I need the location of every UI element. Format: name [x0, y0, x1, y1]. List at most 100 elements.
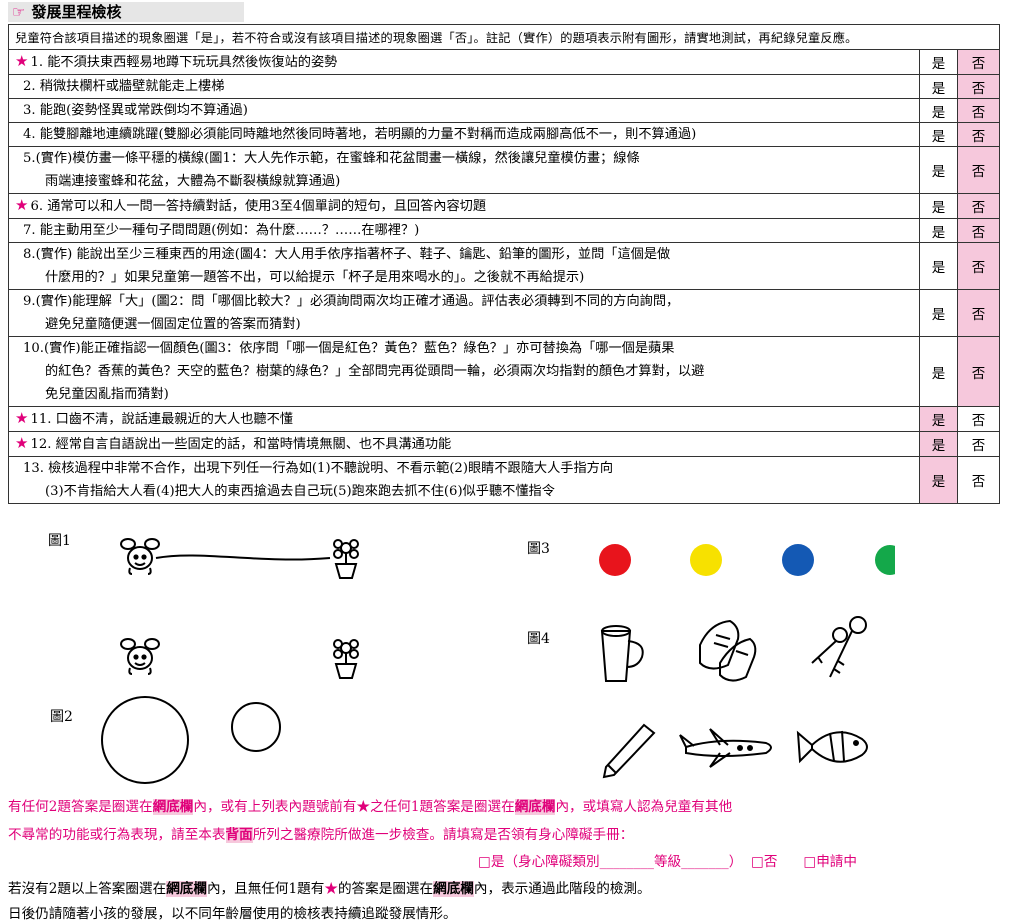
yes-option[interactable]: 是	[918, 289, 958, 337]
no-option[interactable]: 否	[956, 146, 1001, 194]
note-text: 內，或有上列表內題號前有	[193, 799, 357, 815]
yes-option[interactable]: 是	[918, 242, 958, 290]
note-text: 的答案是圈選在	[337, 881, 434, 897]
option-apply-checkbox[interactable]: □申請中	[803, 854, 857, 870]
airplane-icon	[679, 728, 772, 768]
star-icon: ★	[15, 52, 29, 70]
yes-option[interactable]: 是	[918, 146, 958, 194]
note-text: 之任何1題答案是圈選在	[370, 799, 515, 815]
item-text: 7. 能主動用至少一種句子問問題(例如：為什麼……？……在哪裡？)	[8, 218, 920, 243]
figure-1-label: 圖1	[48, 533, 71, 549]
item-line: 7. 能主動用至少一種句子問問題(例如：為什麼……？……在哪裡？)	[23, 223, 420, 238]
checklist-row: ★ 12. 經常自言自語說出一些固定的話，和當時情境無關、也不具溝通功能 是否	[8, 431, 1001, 457]
yes-option[interactable]: 是	[918, 193, 958, 219]
checklist-row: 7. 能主動用至少一種句子問問題(例如：為什麼……？……在哪裡？) 是否	[8, 218, 1001, 243]
no-option[interactable]: 否	[956, 456, 1001, 504]
note-line-4: 日後仍請隨著小孩的發展，以不同年齡層使用的檢核表持續追蹤發展情形。	[8, 906, 457, 922]
checklist-row: ★ 1. 能不須扶東西輕易地蹲下玩玩具然後恢復站的姿勢是否	[8, 49, 1001, 75]
no-option[interactable]: 否	[956, 74, 1001, 99]
figure-3-label: 圖3	[527, 541, 550, 557]
net-highlight: 網底欄	[514, 799, 556, 815]
note-line-options: □是（身心障礙類別________等級_______） □否 □申請中	[478, 850, 857, 870]
item-line: 的紅色？香蕉的黃色？天空的藍色？樹葉的綠色？」全部問完再從頭問一輪，必須兩次均指…	[45, 364, 705, 379]
red-dot	[599, 544, 631, 576]
item-text: 3. 能跑(姿勢怪異或常跌倒均不算通過)	[8, 98, 920, 123]
item-text: 13. 檢核過程中非常不合作，出現下列任一行為如(1)不聽說明、不看示範(2)眼…	[8, 456, 920, 504]
note-line-3: 若沒有2題以上答案圈選在網底欄內，且無任何1題有★的答案是圈選在網底欄內，表示通…	[8, 877, 651, 897]
checklist-row: 5.(實作)模仿畫一條平穩的橫線(圖1：大人先作示範，在蜜蜂和花盆間畫一橫線，然…	[8, 146, 1001, 194]
item-line: 5.(實作)模仿畫一條平穩的橫線(圖1：大人先作示範，在蜜蜂和花盆間畫一橫線，然…	[23, 151, 640, 166]
figure-1-drawing	[120, 538, 359, 679]
no-option[interactable]: 否	[956, 406, 1001, 432]
no-option[interactable]: 否	[956, 193, 1001, 219]
item-text: 5.(實作)模仿畫一條平穩的橫線(圖1：大人先作示範，在蜜蜂和花盆間畫一橫線，然…	[8, 146, 920, 194]
no-option[interactable]: 否	[956, 218, 1001, 243]
item-line: 免兒童因亂指而猜對)	[45, 387, 169, 402]
figure-2-drawing	[101, 696, 281, 784]
checklist-row: ★ 6. 通常可以和人一問一答持續對話，使用3至4個單詞的短句，且回答內容切題是否	[8, 193, 1001, 219]
flower-pot-icon	[333, 639, 359, 679]
star-icon: ★	[15, 196, 29, 214]
pencil-icon	[602, 723, 656, 779]
no-option[interactable]: 否	[956, 289, 1001, 337]
demo-line	[155, 554, 331, 561]
item-line: 6. 通常可以和人一問一答持續對話，使用3至4個單詞的短句，且回答內容切題	[30, 199, 487, 214]
checklist-row: 8.(實作) 能說出至少三種東西的用途(圖4：大人用手依序指著杯子、鞋子、鑰匙、…	[8, 242, 1001, 290]
yes-option[interactable]: 是	[918, 336, 958, 407]
net-highlight: 網底欄	[152, 799, 194, 815]
item-text: ★ 1. 能不須扶東西輕易地蹲下玩玩具然後恢復站的姿勢	[8, 49, 920, 75]
item-text: ★ 6. 通常可以和人一問一答持續對話，使用3至4個單詞的短句，且回答內容切題	[8, 193, 920, 219]
no-option[interactable]: 否	[956, 49, 1001, 75]
yes-option[interactable]: 是	[918, 456, 958, 504]
yes-option[interactable]: 是	[918, 431, 958, 457]
keys-icon	[811, 616, 867, 678]
note-text: 內，表示通過此階段的檢測。	[473, 881, 651, 897]
yes-option[interactable]: 是	[918, 98, 958, 123]
checklist-row: 3. 能跑(姿勢怪異或常跌倒均不算通過) 是否	[8, 98, 1001, 123]
figure-4-drawing	[600, 616, 868, 779]
option-yes-checkbox[interactable]: □是（身心障礙類別________等級_______）	[478, 854, 742, 870]
cup-icon	[600, 625, 644, 682]
item-text: 10.(實作)能正確指認一個顏色(圖3：依序問「哪一個是紅色？黃色？藍色？綠色？…	[8, 336, 920, 407]
no-option[interactable]: 否	[956, 431, 1001, 457]
figure-2-label: 圖2	[50, 709, 73, 725]
item-text: 9.(實作)能理解「大」(圖2：問「哪個比較大？」必須詢問兩次均正確才通過。評估…	[8, 289, 920, 337]
item-line: 12. 經常自言自語說出一些固定的話，和當時情境無關、也不具溝通功能	[30, 437, 452, 452]
no-option[interactable]: 否	[956, 98, 1001, 123]
yes-option[interactable]: 是	[918, 49, 958, 75]
item-line: 雨端連接蜜蜂和花盆，大體為不斷裂橫線就算通過)	[45, 174, 341, 189]
item-line: 13. 檢核過程中非常不合作，出現下列任一行為如(1)不聽說明、不看示範(2)眼…	[23, 461, 614, 476]
bee-icon	[120, 538, 160, 575]
star-icon: ★	[15, 434, 29, 452]
checklist-row: 2. 稍微扶欄杆或牆壁就能走上樓梯 是否	[8, 74, 1001, 99]
item-line: 10.(實作)能正確指認一個顏色(圖3：依序問「哪一個是紅色？黃色？藍色？綠色？…	[23, 341, 675, 356]
small-circle	[231, 702, 281, 752]
back-highlight: 背面	[225, 827, 253, 843]
item-line: 3. 能跑(姿勢怪異或常跌倒均不算通過)	[23, 103, 248, 118]
checklist-row: ★ 11. 口齒不清，說話連最親近的大人也聽不懂是否	[8, 406, 1001, 432]
no-option[interactable]: 否	[956, 122, 1001, 147]
note-line-1: 有任何2題答案是圈選在網底欄內，或有上列表內題號前有★之任何1題答案是圈選在網底…	[8, 795, 732, 815]
blue-dot	[782, 544, 814, 576]
yes-option[interactable]: 是	[918, 406, 958, 432]
yes-option[interactable]: 是	[918, 122, 958, 147]
green-dot	[875, 545, 895, 575]
pointing-hand-icon: ☞	[12, 3, 26, 21]
checklist-row: 9.(實作)能理解「大」(圖2：問「哪個比較大？」必須詢問兩次均正確才通過。評估…	[8, 289, 1001, 337]
intro-row: 兒童符合該項目描述的現象圈選「是」，若不符合或沒有該項目描述的現象圈選「否」。註…	[8, 24, 1000, 50]
item-text: 4. 能雙腳離地連續跳躍(雙腳必須能同時離地然後同時著地，若明顯的力量不對稱而造…	[8, 122, 920, 147]
note-text: 內，或填寫人認為兒童有其他	[555, 799, 733, 815]
note-text: 內，且無任何1題有	[206, 881, 325, 897]
no-option[interactable]: 否	[956, 336, 1001, 407]
yes-option[interactable]: 是	[918, 218, 958, 243]
yellow-dot	[690, 544, 722, 576]
yes-option[interactable]: 是	[918, 74, 958, 99]
item-line: 9.(實作)能理解「大」(圖2：問「哪個比較大？」必須詢問兩次均正確才通過。評估…	[23, 294, 680, 309]
option-no-checkbox[interactable]: □否	[751, 854, 777, 870]
intro-text: 兒童符合該項目描述的現象圈選「是」，若不符合或沒有該項目描述的現象圈選「否」。註…	[8, 24, 1000, 50]
net-highlight: 網底欄	[166, 881, 207, 897]
milestone-checklist-table: 兒童符合該項目描述的現象圈選「是」，若不符合或沒有該項目描述的現象圈選「否」。註…	[8, 24, 1001, 504]
no-option[interactable]: 否	[956, 242, 1001, 290]
title-text: 發展里程檢核	[31, 3, 122, 21]
note-text: 不尋常的功能或行為表現，請至本表	[8, 827, 226, 843]
